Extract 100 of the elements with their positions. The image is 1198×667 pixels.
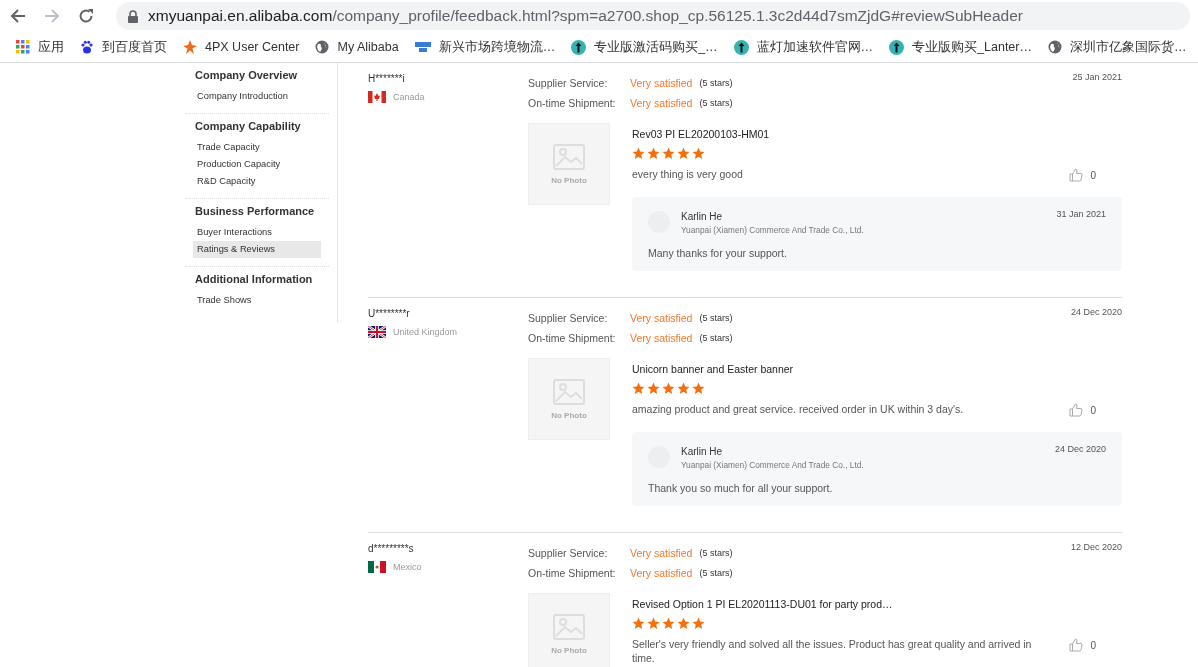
globe-icon bbox=[1048, 40, 1062, 54]
review-date: 24 Dec 2020 bbox=[1070, 307, 1122, 317]
canada-flag-icon bbox=[368, 91, 386, 103]
bookmark[interactable]: 专业版激活码购买_… bbox=[563, 35, 726, 59]
review-comment: Seller's very friendly and solved all the issues. Product has great quality and arrived in time. bbox=[632, 637, 1032, 665]
buyer-name: U********r bbox=[368, 308, 411, 319]
rating-label: Supplier Service: bbox=[528, 312, 609, 324]
lock-icon bbox=[128, 9, 138, 23]
apps-grid-icon bbox=[16, 40, 30, 54]
star-icon bbox=[632, 617, 645, 630]
rating-note: (5 stars) bbox=[699, 98, 733, 108]
bookmark[interactable]: 应用 bbox=[8, 35, 72, 59]
review-comment: amazing product and great service. received order in UK within 3 day's. bbox=[632, 402, 965, 416]
thumbs-up-icon bbox=[1069, 168, 1084, 182]
star-icon bbox=[692, 147, 705, 160]
star-icon bbox=[662, 617, 675, 630]
rating-label: On-time Shipment: bbox=[528, 332, 617, 344]
reply-company: Yuanpai (Xiamen) Commerce And Trade Co., Ltd. bbox=[681, 225, 865, 235]
review-date: 25 Jan 2021 bbox=[1072, 72, 1122, 82]
star-icon bbox=[692, 617, 705, 630]
nav-link[interactable]: Trade Shows bbox=[193, 292, 321, 309]
bookmark[interactable]: 专业版购买_Lanter… bbox=[881, 35, 1040, 59]
rating-note: (5 stars) bbox=[699, 548, 733, 558]
photo-caption: No Photo bbox=[551, 410, 587, 420]
nav-link[interactable]: R&D Capacity bbox=[193, 173, 321, 190]
star-icon bbox=[647, 382, 660, 395]
bookmark[interactable]: My Alibaba bbox=[307, 35, 407, 59]
section-heading: Business Performance bbox=[195, 205, 316, 217]
like-button[interactable]: 0 bbox=[1063, 637, 1102, 653]
reply-date: 24 Dec 2020 bbox=[1054, 444, 1106, 454]
rating-label: On-time Shipment: bbox=[528, 567, 617, 579]
address-bar[interactable]: xmyuanpai.en.alibaba.com/company_profile/feedback.html?spm=a2700.shop_cp.56125.1.3c2d44d7smZjdG#reviewSubHeader bbox=[116, 2, 1190, 30]
star-icon bbox=[662, 382, 675, 395]
nav-link[interactable]: Production Capacity bbox=[193, 156, 321, 173]
star-icon bbox=[677, 617, 690, 630]
buyer-name: d*********s bbox=[368, 543, 415, 554]
section-heading: Company Capability bbox=[195, 120, 302, 132]
star-icon bbox=[692, 382, 705, 395]
rating-value: Very satisfied bbox=[630, 567, 693, 579]
bookmark[interactable]: 4PX User Center bbox=[175, 35, 308, 59]
product-title: Unicorn banner and Easter banner bbox=[632, 363, 795, 375]
section-heading: Company Overview bbox=[195, 69, 299, 81]
image-icon bbox=[553, 143, 585, 170]
photo-caption: No Photo bbox=[551, 645, 587, 655]
rating-label: Supplier Service: bbox=[528, 77, 609, 89]
rating-value: Very satisfied bbox=[630, 97, 693, 109]
star-logo-icon bbox=[183, 40, 197, 54]
rating-value: Very satisfied bbox=[630, 312, 693, 324]
arrow-badge-icon bbox=[733, 39, 749, 55]
country-name: Mexico bbox=[393, 562, 422, 572]
rating-note: (5 stars) bbox=[699, 313, 733, 323]
paw-icon bbox=[80, 40, 94, 54]
rating-value: Very satisfied bbox=[630, 547, 693, 559]
thumbs-up-icon bbox=[1069, 403, 1084, 417]
star-icon bbox=[677, 147, 690, 160]
bookmark[interactable]: 深圳市亿象国际货… bbox=[1040, 35, 1195, 59]
nav-link[interactable]: Trade Capacity bbox=[193, 139, 321, 156]
buyer-name: H*******i bbox=[368, 73, 406, 84]
star-icon bbox=[632, 382, 645, 395]
bookmark[interactable]: 到百度首页 bbox=[72, 35, 175, 59]
reply-author: Karlin He bbox=[681, 211, 724, 222]
star-icon bbox=[647, 617, 660, 630]
bookmark[interactable]: 蓝灯加速软件官网… bbox=[725, 35, 882, 59]
like-button[interactable]: 0 bbox=[1063, 402, 1102, 418]
reply-text: Many thanks for your support. bbox=[648, 247, 788, 259]
rating-note: (5 stars) bbox=[699, 568, 733, 578]
country-name: Canada bbox=[393, 92, 425, 102]
arrow-badge-icon bbox=[889, 39, 905, 55]
nav-link[interactable]: Ratings & Reviews bbox=[193, 241, 321, 258]
reply-company: Yuanpai (Xiamen) Commerce And Trade Co., Ltd. bbox=[681, 460, 865, 470]
jnet-logo-icon bbox=[414, 41, 431, 53]
review-comment: every thing is very good bbox=[632, 167, 744, 181]
like-button[interactable]: 0 bbox=[1063, 167, 1102, 183]
star-icon bbox=[662, 147, 675, 160]
arrow-badge-icon bbox=[571, 39, 587, 55]
mexico-flag-icon bbox=[368, 561, 386, 573]
star-icon bbox=[632, 147, 645, 160]
bookmark[interactable]: 新兴市场跨境物流… bbox=[406, 35, 564, 59]
rating-value: Very satisfied bbox=[630, 77, 693, 89]
country-name: United Kingdom bbox=[393, 327, 458, 337]
globe-icon bbox=[315, 40, 330, 54]
reload-icon[interactable] bbox=[78, 8, 94, 24]
uk-flag-icon bbox=[368, 326, 386, 338]
product-title: Revised Option 1 PI EL20201113-DU01 for party prod… bbox=[632, 598, 894, 610]
rating-label: Supplier Service: bbox=[528, 547, 609, 559]
star-icon bbox=[647, 147, 660, 160]
back-icon[interactable] bbox=[10, 8, 26, 24]
rating-note: (5 stars) bbox=[699, 333, 733, 343]
star-icon bbox=[677, 382, 690, 395]
nav-link[interactable]: Company Introduction bbox=[193, 88, 321, 105]
thumbs-up-icon bbox=[1069, 638, 1084, 652]
section-heading: Additional Information bbox=[195, 273, 314, 285]
photo-caption: No Photo bbox=[551, 175, 587, 185]
nav-link[interactable]: Buyer Interactions bbox=[193, 224, 321, 241]
reply-author: Karlin He bbox=[681, 446, 724, 457]
reply-text: Thank you so much for all your support. bbox=[648, 482, 834, 494]
rating-value: Very satisfied bbox=[630, 332, 693, 344]
review-date: 12 Dec 2020 bbox=[1070, 542, 1122, 552]
url-text: xmyuanpai.en.alibaba.com/company_profile/feedback.html?spm=a2700.shop_cp.56125.1.3c2d44d7smZjdG#reviewSubHeader bbox=[148, 7, 1023, 25]
rating-label: On-time Shipment: bbox=[528, 97, 617, 109]
